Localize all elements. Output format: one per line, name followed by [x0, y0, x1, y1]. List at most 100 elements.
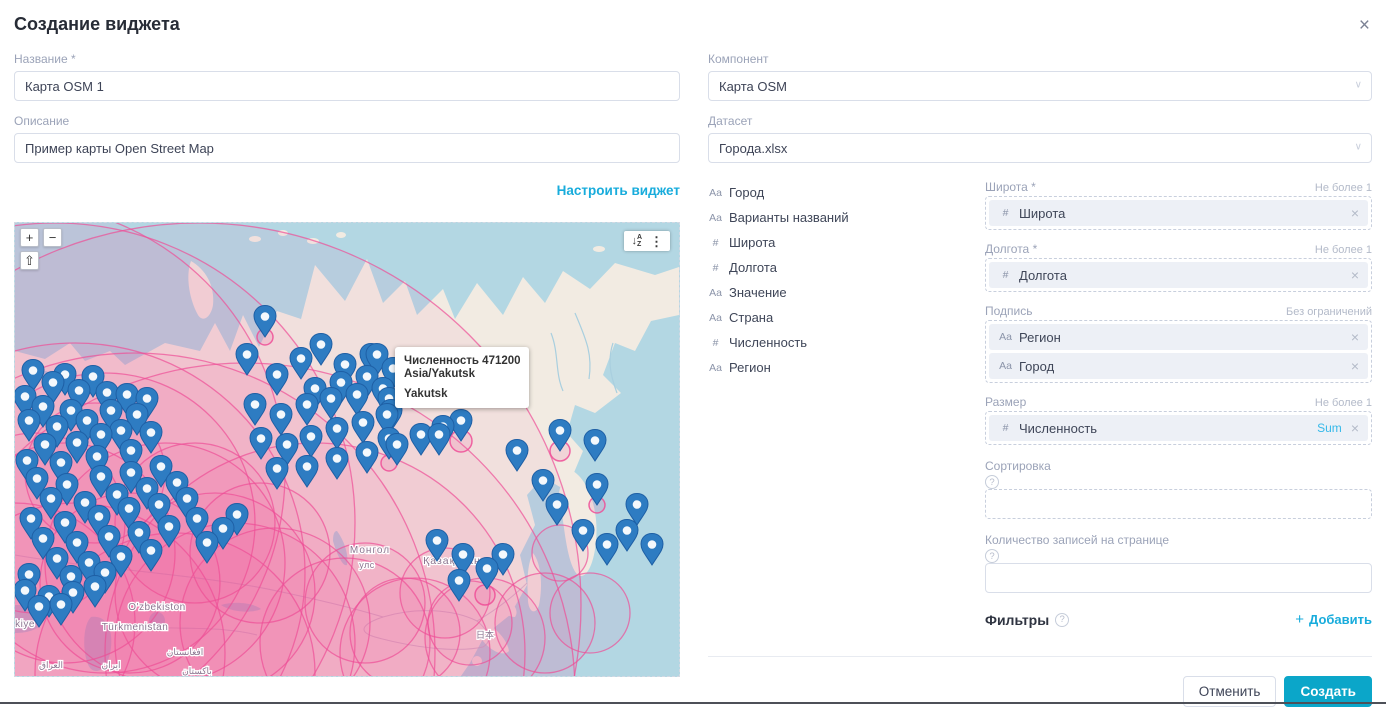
svg-text:O'zbekiston: O'zbekiston [128, 602, 185, 613]
sorting-dropzone[interactable] [985, 489, 1372, 519]
kebab-menu-icon[interactable]: ⋮ [650, 235, 663, 248]
text-field-icon: Aa [708, 362, 723, 374]
dialog-title: Создание виджета [14, 14, 180, 35]
chip-name: Регион [1019, 330, 1351, 345]
dropzone-box[interactable]: #ЧисленностьSum× [985, 411, 1372, 445]
dropzone-limit: Не более 1 [1315, 397, 1372, 409]
remove-chip-icon[interactable]: × [1351, 421, 1359, 435]
dropzone-label: Долгота * [985, 242, 1037, 256]
field-chip[interactable]: Aa Регион× [989, 324, 1368, 350]
help-icon[interactable]: ? [985, 549, 999, 563]
field-name: Регион [729, 360, 771, 375]
text-field-icon: Aa [708, 187, 723, 199]
tooltip-metric-value: 471200,00 [482, 355, 520, 367]
dataset-field[interactable]: #Численность [708, 330, 985, 355]
dataset-select[interactable]: Города.xlsx ∨ [708, 133, 1372, 163]
dropzone-limit: Не более 1 [1315, 244, 1372, 256]
help-icon[interactable]: ? [985, 475, 999, 489]
field-name: Страна [729, 310, 773, 325]
configure-widget-link[interactable]: Настроить виджет [557, 183, 680, 198]
description-label: Описание [14, 114, 680, 128]
remove-chip-icon[interactable]: × [1351, 206, 1359, 220]
bottom-border [0, 702, 1386, 704]
dropzones-column: Широта *Не более 1#Широта×Долгота *Не бо… [985, 180, 1372, 628]
svg-text:日本: 日本 [476, 629, 494, 640]
chip-name: Долгота [1019, 268, 1351, 283]
dropzone-box[interactable]: AaРегион×AaГород× [985, 320, 1372, 383]
number-field-icon: # [708, 262, 723, 274]
dataset-field[interactable]: Aa Страна [708, 305, 985, 330]
svg-text:العراق: العراق [39, 660, 63, 671]
field-name: Долгота [729, 260, 777, 275]
aggregation-label[interactable]: Sum [1317, 421, 1342, 435]
text-field-icon: Aa [998, 331, 1013, 343]
name-label: Название * [14, 52, 680, 66]
svg-text:Türkmenistan: Türkmenistan [102, 622, 169, 633]
remove-chip-icon[interactable]: × [1351, 330, 1359, 344]
field-name: Варианты названий [729, 210, 849, 225]
field-chip[interactable]: #ЧисленностьSum× [989, 415, 1368, 441]
dropzone-label: Размер [985, 395, 1026, 409]
text-field-icon: Aa [708, 312, 723, 324]
left-column: Название * Описание Настроить виджет Қаз… [14, 52, 680, 677]
dropzone-box[interactable]: # Долгота× [985, 258, 1372, 292]
tooltip-timezone: Asia/Yakutsk [404, 368, 520, 380]
name-input[interactable] [14, 71, 680, 101]
text-field-icon: Aa [708, 287, 723, 299]
sorting-zone: Сортировка ? [985, 457, 1372, 519]
add-filter-link[interactable]: + Добавить [1295, 611, 1372, 628]
map-zoom-out-button[interactable]: − [43, 228, 62, 247]
plus-icon: + [1295, 611, 1304, 628]
config-row: AaГородAaВарианты названий#Широта#Долгот… [708, 180, 1372, 628]
field-name: Значение [729, 285, 787, 300]
map-home-button[interactable]: ⇧ [20, 251, 39, 270]
right-column: Компонент Карта OSM ∨ Датасет Города.xls… [708, 52, 1372, 707]
footer-divider [708, 656, 1372, 657]
dataset-field[interactable]: #Широта [708, 230, 985, 255]
chevron-down-icon: ∨ [1355, 80, 1362, 91]
dataset-label: Датасет [708, 114, 1372, 128]
number-field-icon: # [998, 269, 1013, 281]
sort-az-icon[interactable]: ↓ AZ [631, 234, 642, 248]
field-chip[interactable]: AaГород× [989, 353, 1368, 379]
svg-text:Монгол: Монгол [350, 545, 390, 556]
field-chip[interactable]: #Широта× [989, 200, 1368, 226]
number-field-icon: # [708, 237, 723, 249]
help-icon[interactable]: ? [1055, 613, 1069, 627]
svg-text:улс: улс [359, 560, 375, 570]
text-field-icon: Aa [708, 212, 723, 224]
tooltip-city: Yakutsk [404, 388, 520, 400]
dataset-field[interactable]: AaГород [708, 180, 985, 205]
records-input[interactable] [985, 563, 1372, 593]
dataset-field[interactable]: Aa Варианты названий [708, 205, 985, 230]
map-zoom-in-button[interactable]: + [20, 228, 39, 247]
filters-row: Фильтры ? + Добавить [985, 611, 1372, 628]
widget-toolbar: ↓ AZ ⋮ [624, 231, 670, 251]
svg-text:افغانستان: افغانستان [167, 647, 204, 657]
map-preview[interactable]: ҚазақстанO'zbekistonTürkmenistankiyeМонг… [14, 222, 680, 677]
dropzone: Широта *Не более 1#Широта× [985, 180, 1372, 230]
dropzone-limit: Без ограничений [1286, 306, 1372, 318]
records-zone: Количество записей на странице ? [985, 531, 1372, 593]
remove-chip-icon[interactable]: × [1351, 359, 1359, 373]
component-value: Карта OSM [719, 79, 787, 94]
field-chip[interactable]: # Долгота× [989, 262, 1368, 288]
component-select[interactable]: Карта OSM ∨ [708, 71, 1372, 101]
chip-name: Широта [1019, 206, 1351, 221]
map-tooltip: Численность 471200,00 Asia/Yakutsk Yakut… [395, 347, 529, 408]
sorting-label: Сортировка [985, 459, 1051, 473]
remove-chip-icon[interactable]: × [1351, 268, 1359, 282]
field-name: Численность [729, 335, 807, 350]
dataset-value: Города.xlsx [719, 141, 787, 156]
dropzone-box[interactable]: #Широта× [985, 196, 1372, 230]
dataset-field[interactable]: Aa Регион [708, 355, 985, 380]
close-icon[interactable]: × [1359, 16, 1370, 35]
tooltip-metric: Численность 471200,00 [404, 355, 520, 367]
text-field-icon: Aa [998, 360, 1013, 372]
chevron-down-icon: ∨ [1355, 142, 1362, 153]
description-input[interactable] [14, 133, 680, 163]
dataset-field[interactable]: Aa Значение [708, 280, 985, 305]
dropzone: Долгота * Не более 1 # Долгота× [985, 242, 1372, 292]
dataset-field[interactable]: # Долгота [708, 255, 985, 280]
dropzone-label: Широта * [985, 180, 1036, 194]
